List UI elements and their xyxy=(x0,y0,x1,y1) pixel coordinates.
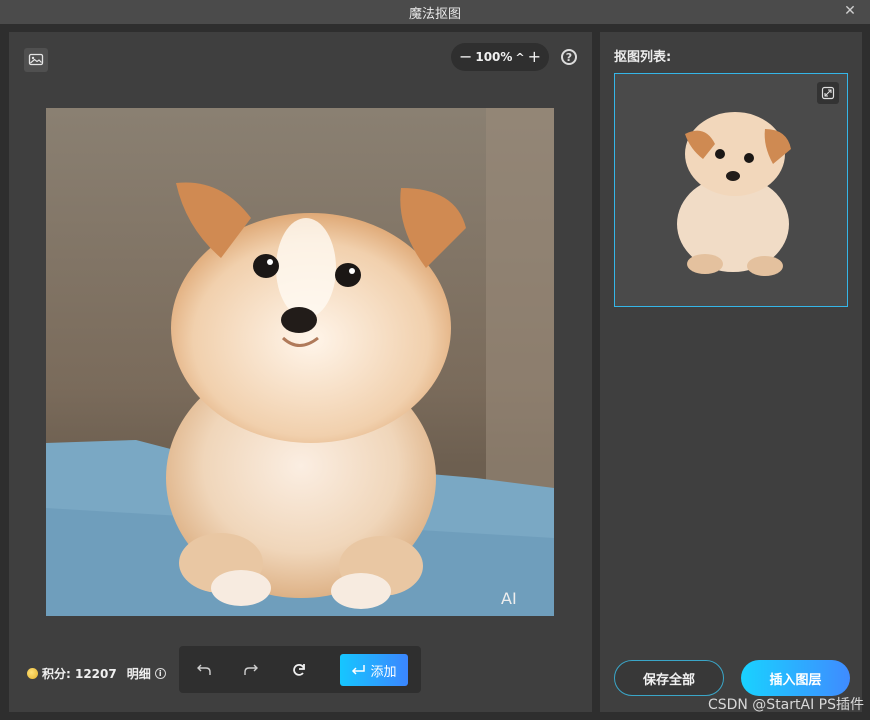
title-bar: 魔法抠图 ✕ xyxy=(0,0,870,24)
undo-icon xyxy=(197,664,211,675)
window-title: 魔法抠图 xyxy=(408,6,461,22)
points-detail-link[interactable]: 明细 xyxy=(127,665,151,682)
zoom-out-button[interactable]: − xyxy=(459,49,472,65)
cutout-puppy-image xyxy=(677,112,791,276)
image-watermark: AI xyxy=(501,589,517,608)
image-canvas[interactable]: AI xyxy=(46,108,554,616)
zoom-in-button[interactable]: + xyxy=(528,49,541,65)
save-all-button[interactable]: 保存全部 xyxy=(614,660,724,696)
csdn-watermark: CSDN @StartAI PS插件 xyxy=(707,697,864,713)
undo-button[interactable] xyxy=(194,660,214,680)
edit-toolbar: 添加 xyxy=(179,646,421,693)
redo-button[interactable] xyxy=(241,660,261,680)
zoom-level-select[interactable]: 100% ^ xyxy=(475,50,524,64)
close-icon[interactable]: ✕ xyxy=(842,3,858,19)
list-title: 抠图列表: xyxy=(614,50,672,65)
cutout-thumbnail[interactable] xyxy=(614,73,848,307)
expand-icon xyxy=(821,86,835,100)
image-replace-icon xyxy=(28,53,44,66)
cutout-list-panel: 抠图列表: 保存全部 插入图层 xyxy=(600,32,862,712)
points-label: 积分: 12207 xyxy=(42,667,117,681)
magic-cutout-window: 魔法抠图 ✕ − 100% ^ + ? AI 积分: 12207 明细 i 添加… xyxy=(0,0,870,720)
info-icon[interactable]: i xyxy=(154,668,166,679)
chevron-up-icon: ^ xyxy=(515,50,525,64)
refresh-icon xyxy=(293,664,305,676)
add-button-label: 添加 xyxy=(370,664,397,680)
help-icon[interactable]: ? xyxy=(561,49,577,65)
redo-icon xyxy=(244,664,258,675)
add-button[interactable]: 添加 xyxy=(340,654,408,686)
insert-layer-button[interactable]: 插入图层 xyxy=(741,660,850,696)
editor-panel: − 100% ^ + ? AI 积分: 12207 明细 i 添加 xyxy=(9,32,592,712)
reset-button[interactable] xyxy=(289,660,309,680)
image-replace-button[interactable] xyxy=(24,48,48,72)
zoom-level: 100% xyxy=(475,50,513,64)
return-icon xyxy=(352,664,366,675)
coin-icon xyxy=(27,668,38,679)
points-display: 积分: 12207 明细 i xyxy=(27,665,166,682)
zoom-control: − 100% ^ + xyxy=(451,43,549,71)
expand-button[interactable] xyxy=(817,82,839,104)
puppy-photo: AI xyxy=(46,108,554,616)
